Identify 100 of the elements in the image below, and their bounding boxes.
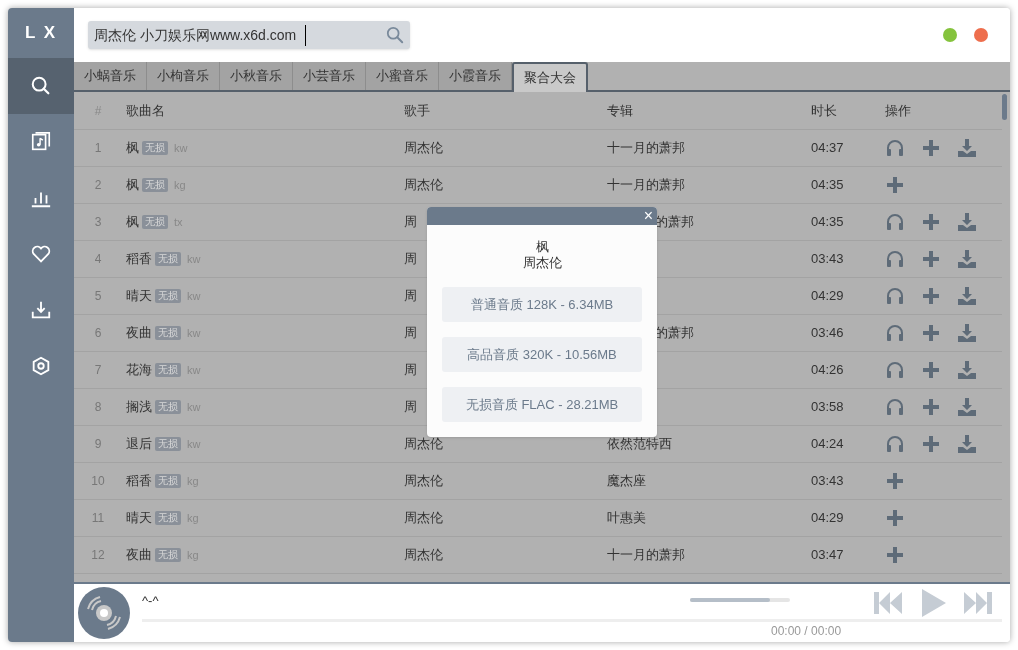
row-number: 10 (91, 473, 105, 490)
song-title: ^-^ (142, 592, 159, 609)
headphones-icon[interactable] (885, 323, 905, 343)
tab[interactable]: 小蜜音乐 (366, 62, 439, 90)
song-title: 退后 (126, 435, 152, 454)
add-icon[interactable] (921, 286, 941, 306)
hexagon-icon[interactable] (30, 355, 52, 377)
headphones-icon[interactable] (885, 138, 905, 158)
close-button[interactable] (974, 28, 988, 42)
search-icon[interactable] (30, 75, 52, 97)
duration: 03:43 (811, 250, 844, 269)
add-icon[interactable] (885, 508, 905, 528)
sidebar-item[interactable] (8, 58, 74, 114)
add-icon[interactable] (921, 360, 941, 380)
quality-option[interactable]: 无损音质 FLAC - 28.21MB (442, 387, 642, 422)
disc-icon (78, 587, 130, 639)
tab[interactable]: 小芸音乐 (293, 62, 366, 90)
headphones-icon[interactable] (885, 286, 905, 306)
quality-badge: 无损 (155, 289, 181, 303)
scrollbar-thumb[interactable] (1002, 94, 1007, 120)
download-icon[interactable] (30, 299, 52, 321)
add-icon[interactable] (885, 545, 905, 565)
duration: 04:35 (811, 176, 844, 195)
heart-icon[interactable] (30, 243, 52, 265)
play-icon[interactable] (922, 589, 946, 617)
headphones-icon[interactable] (885, 249, 905, 269)
duration: 04:24 (811, 435, 844, 454)
headphones-icon[interactable] (885, 434, 905, 454)
download-icon[interactable] (957, 397, 977, 417)
quality-option[interactable]: 普通音质 128K - 6.34MB (442, 287, 642, 322)
row-number: 2 (94, 177, 102, 194)
headphones-icon[interactable] (885, 397, 905, 417)
download-icon[interactable] (957, 360, 977, 380)
add-icon[interactable] (921, 249, 941, 269)
song-title: 枫 (126, 176, 139, 195)
search-field[interactable]: 周杰伦 小刀娱乐网www.x6d.com (88, 21, 410, 49)
duration: 03:46 (811, 324, 844, 343)
next-icon[interactable] (964, 592, 992, 614)
duration: 03:47 (811, 546, 844, 565)
download-icon[interactable] (957, 323, 977, 343)
album-name: 十一月的萧邦 (607, 139, 685, 158)
artist-name: 周杰伦 (404, 509, 443, 528)
dialog-artist: 周杰伦 (521, 255, 563, 271)
quality-badge: 无损 (155, 548, 181, 562)
quality-badge: 无损 (155, 363, 181, 377)
close-button[interactable]: × (643, 208, 653, 224)
duration: 03:43 (811, 472, 844, 491)
download-icon[interactable] (957, 249, 977, 269)
duration: 04:26 (811, 361, 844, 380)
duration: 04:29 (811, 509, 844, 528)
headphones-icon[interactable] (885, 212, 905, 232)
song-title: 晴天 (126, 287, 152, 306)
artist-name: 周杰伦 (404, 139, 443, 158)
add-icon[interactable] (921, 434, 941, 454)
album-name: 叶惠美 (607, 509, 646, 528)
download-icon[interactable] (957, 138, 977, 158)
tab[interactable]: 小霞音乐 (439, 62, 512, 90)
song-title: 夜曲 (126, 546, 152, 565)
download-icon[interactable] (957, 212, 977, 232)
row-number: 12 (91, 547, 105, 564)
column-header: 歌曲名 (126, 101, 165, 120)
minimize-button[interactable] (943, 28, 957, 42)
download-icon[interactable] (957, 434, 977, 454)
add-icon[interactable] (921, 212, 941, 232)
tab[interactable]: 小枸音乐 (147, 62, 220, 90)
column-header: 歌手 (404, 101, 430, 120)
add-icon[interactable] (921, 138, 941, 158)
volume-track[interactable] (690, 598, 790, 602)
music-file-icon[interactable] (30, 131, 52, 153)
add-icon[interactable] (885, 471, 905, 491)
tab[interactable]: 聚合大会 (512, 62, 588, 92)
tab[interactable]: 小秋音乐 (220, 62, 293, 90)
album-name: 魔杰座 (607, 472, 646, 491)
row-number: 3 (94, 214, 102, 231)
quality-badge: 无损 (155, 326, 181, 340)
download-icon[interactable] (957, 286, 977, 306)
artist-name: 周杰伦 (404, 546, 443, 565)
row-number: 8 (94, 399, 102, 416)
song-title: 夜曲 (126, 324, 152, 343)
row-number: 7 (94, 362, 102, 379)
tab[interactable]: 小蜗音乐 (74, 62, 147, 90)
row-number: 5 (94, 288, 102, 305)
row-number: 4 (94, 251, 102, 268)
artist-name: 周 (404, 213, 417, 232)
column-header: 时长 (811, 101, 837, 120)
quality-badge: 无损 (155, 400, 181, 414)
headphones-icon[interactable] (885, 360, 905, 380)
duration: 04:35 (811, 213, 844, 232)
artist-name: 周杰伦 (404, 176, 443, 195)
column-header: 专辑 (607, 101, 633, 120)
duration: 03:58 (811, 398, 844, 417)
add-icon[interactable] (885, 175, 905, 195)
row-number: 11 (91, 510, 105, 527)
add-icon[interactable] (921, 323, 941, 343)
song-title: 枫 (126, 139, 139, 158)
previous-icon[interactable] (874, 592, 902, 614)
add-icon[interactable] (921, 397, 941, 417)
artist-name: 周 (404, 398, 417, 417)
quality-option[interactable]: 高品音质 320K - 10.56MB (442, 337, 642, 372)
quality-badge: 无损 (142, 178, 168, 192)
